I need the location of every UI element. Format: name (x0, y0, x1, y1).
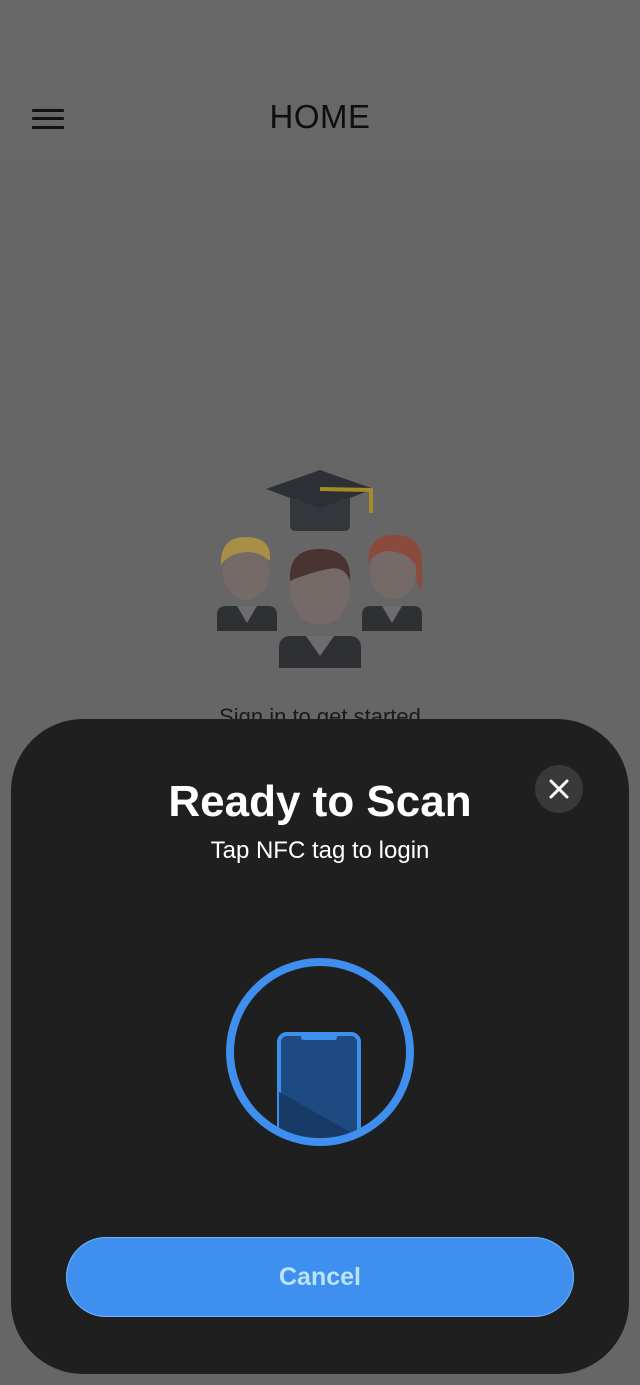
phone-scan-icon (223, 955, 417, 1149)
cancel-button[interactable]: Cancel (66, 1237, 574, 1317)
screen: HOME Sign in to get started Ready to Sca… (0, 0, 640, 1385)
page-title: HOME (269, 98, 371, 135)
sheet-subtitle: Tap NFC tag to login (210, 837, 430, 864)
sheet-title: Ready to Scan (168, 777, 472, 826)
nfc-scan-sheet: Ready to Scan Tap NFC tag to login Cance… (11, 719, 629, 1374)
top-bar: HOME (0, 0, 640, 160)
graduates-illustration (210, 465, 430, 670)
